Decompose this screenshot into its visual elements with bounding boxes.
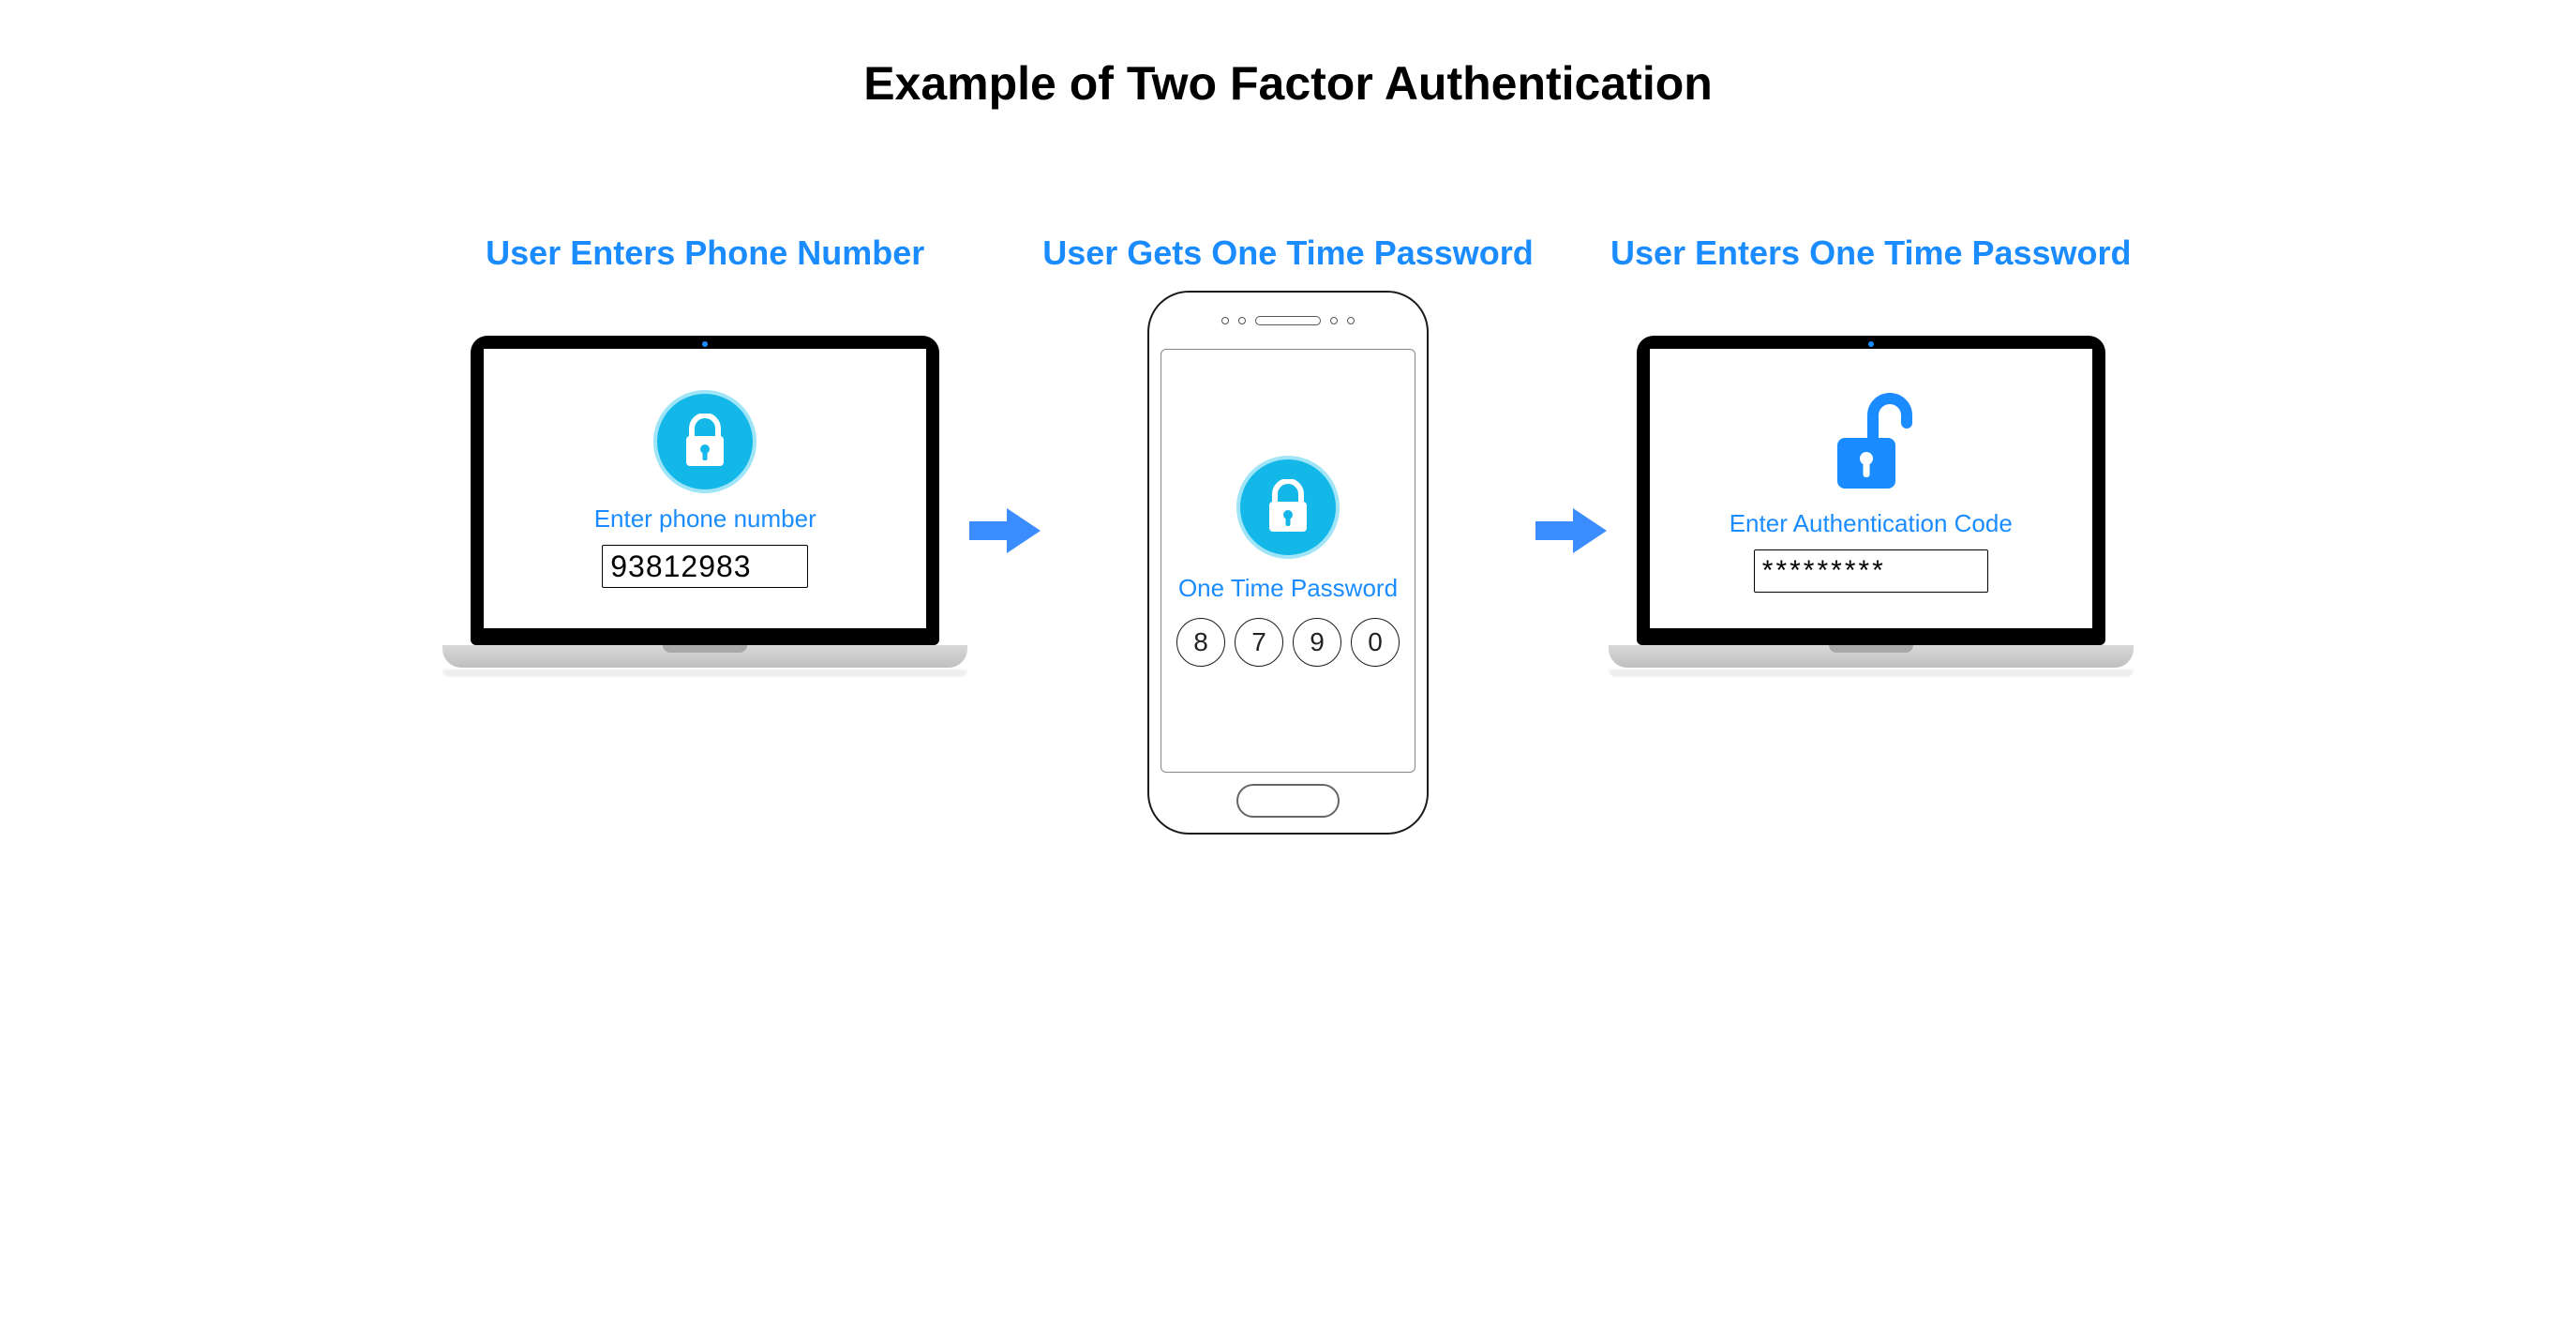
- otp-digit: 0: [1351, 618, 1400, 667]
- flow-row: User Enters Phone Number Enter phone num…: [22, 223, 2554, 835]
- step-enter-otp: User Enters One Time Password: [1609, 223, 2134, 677]
- phone-screen: One Time Password 8 7 9 0: [1161, 349, 1415, 773]
- step3-label: User Enters One Time Password: [1610, 223, 2132, 283]
- laptop-base: [442, 645, 967, 668]
- laptop-shadow: [442, 670, 967, 677]
- webcam-dot: [702, 341, 708, 347]
- auth-code-field: *********: [1754, 549, 1988, 593]
- otp-digit: 8: [1176, 618, 1225, 667]
- step-receive-otp: User Gets One Time Password: [1042, 223, 1534, 835]
- diagram-title: Example of Two Factor Authentication: [863, 56, 1713, 111]
- laptop-base: [1609, 645, 2134, 668]
- phone-earpiece: [1149, 293, 1427, 349]
- laptop-device: Enter phone number 93812983: [442, 336, 967, 677]
- arrow-right-icon: [1534, 504, 1609, 557]
- laptop-screen: Enter phone number 93812983: [484, 349, 926, 628]
- step1-label: User Enters Phone Number: [486, 223, 924, 283]
- unlock-icon: [1820, 385, 1923, 498]
- phone-number-field: 93812983: [602, 545, 808, 588]
- step-enter-phone: User Enters Phone Number Enter phone num…: [442, 223, 967, 677]
- laptop-device: Enter Authentication Code *********: [1609, 336, 2134, 677]
- webcam-dot: [1868, 341, 1874, 347]
- laptop-shadow: [1609, 670, 2134, 677]
- lock-icon: [1236, 456, 1340, 559]
- otp-digit: 7: [1235, 618, 1283, 667]
- phone-home-button: [1236, 784, 1340, 818]
- lock-icon: [653, 390, 756, 493]
- step1-caption: Enter phone number: [594, 504, 816, 534]
- step3-caption: Enter Authentication Code: [1730, 509, 2013, 538]
- arrow-right-icon: [967, 504, 1042, 557]
- laptop-screen: Enter Authentication Code *********: [1650, 349, 2092, 628]
- step2-label: User Gets One Time Password: [1042, 223, 1534, 283]
- otp-digits: 8 7 9 0: [1176, 618, 1400, 667]
- phone-device: One Time Password 8 7 9 0: [1138, 291, 1438, 835]
- otp-digit: 9: [1293, 618, 1341, 667]
- step2-caption: One Time Password: [1178, 574, 1398, 603]
